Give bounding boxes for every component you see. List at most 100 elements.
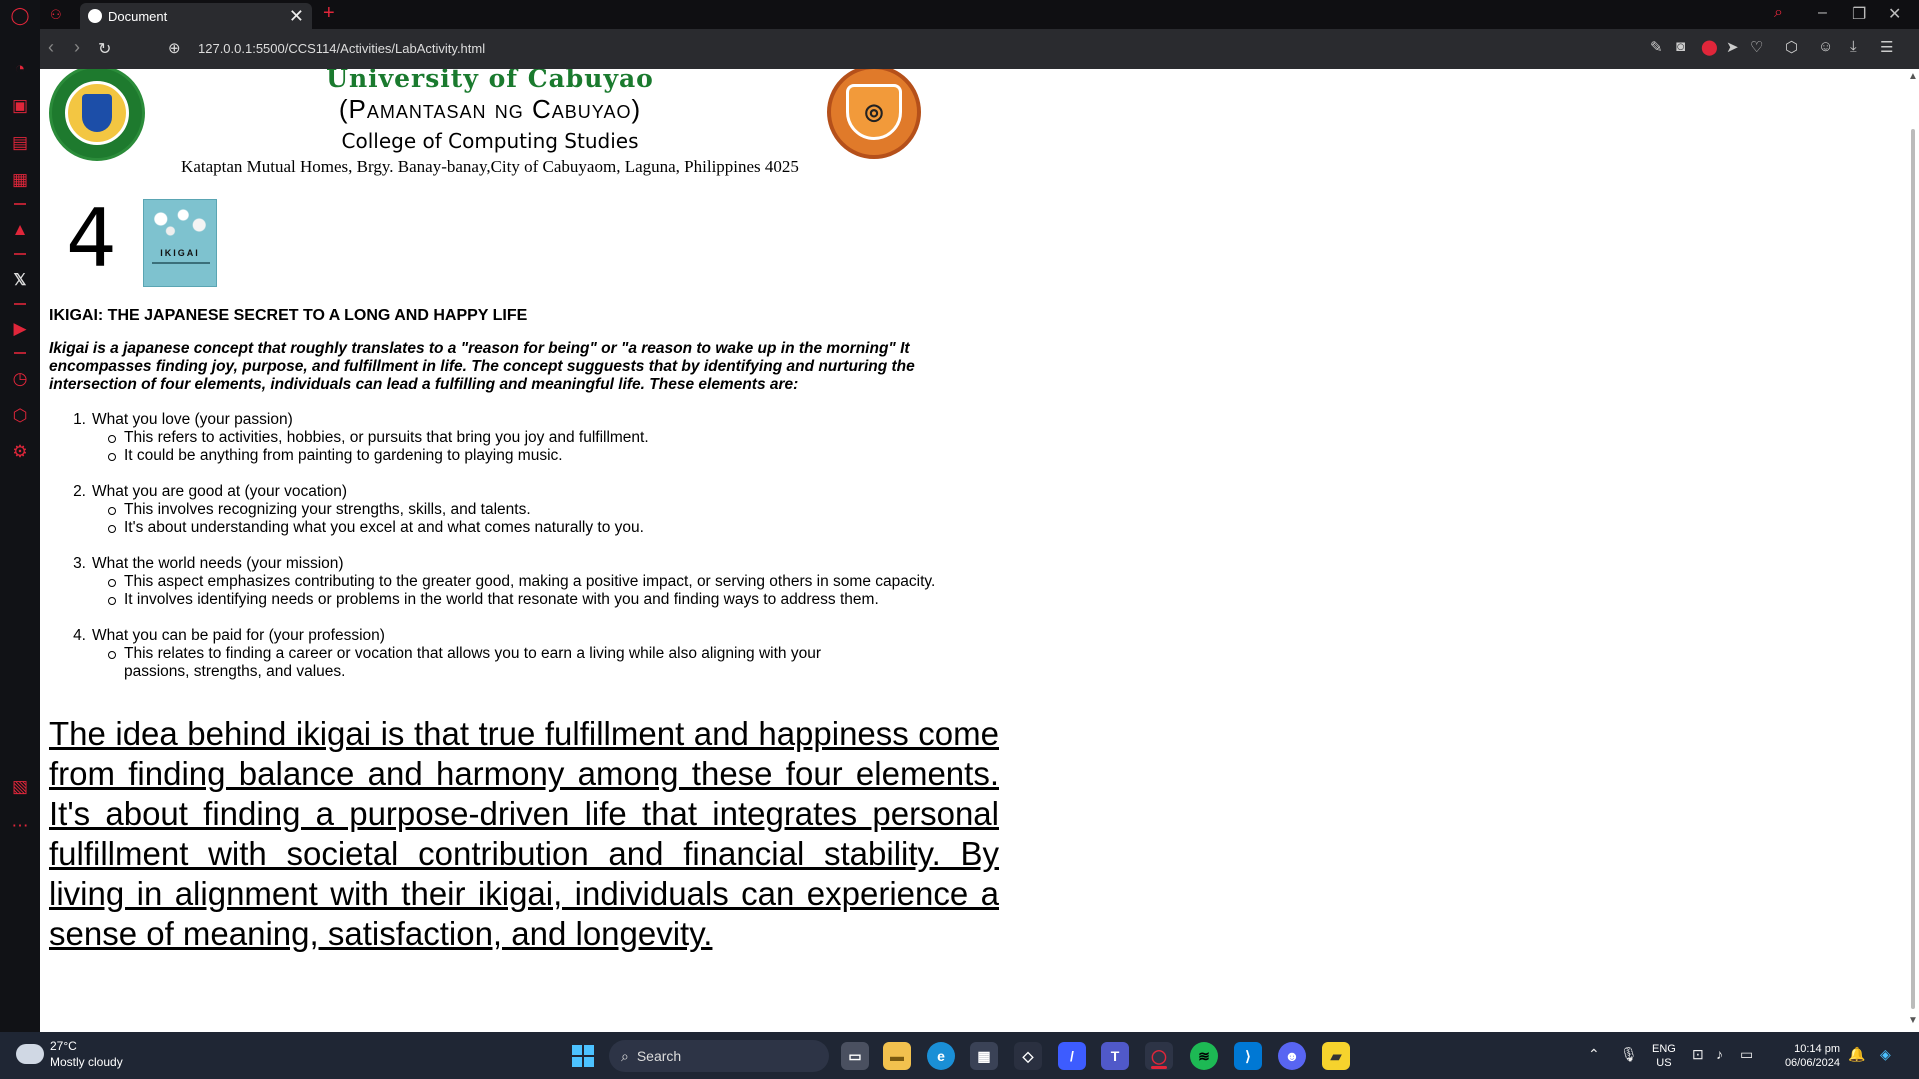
send-icon[interactable]: ➤ (1726, 38, 1739, 56)
battery-icon[interactable]: ▭ (1740, 1046, 1753, 1063)
intro-paragraph: Ikigai is a japanese concept that roughl… (49, 340, 915, 393)
teams-icon[interactable]: T (1101, 1042, 1129, 1070)
list-subpoint: It involves identifying needs or problem… (108, 591, 988, 609)
windows-start-icon[interactable] (572, 1045, 594, 1067)
extensions-box-icon[interactable]: ⬡ (1785, 38, 1798, 56)
section-heading: IKIGAI: THE JAPANESE SECRET TO A LONG AN… (49, 307, 528, 324)
show-hidden-icons-icon[interactable]: ⌃ (1588, 1046, 1600, 1063)
copilot-icon[interactable]: ◈ (1880, 1046, 1891, 1063)
edit-page-icon[interactable]: ✎ (1650, 38, 1663, 56)
taskbar-search[interactable]: ⌕ Search (609, 1040, 829, 1072)
tab-document[interactable]: Document ✕ (80, 3, 312, 29)
minimize-icon[interactable]: – (1818, 4, 1827, 22)
search-icon: ⌕ (621, 1047, 629, 1064)
url-field[interactable]: 127.0.0.1:5500/CCS114/Activities/LabActi… (198, 41, 485, 56)
list-item: 3. What the world needs (your mission) T… (68, 555, 988, 609)
close-window-icon[interactable]: ✕ (1888, 4, 1901, 24)
volume-icon[interactable]: ♪ (1716, 1046, 1723, 1062)
search-tabs-icon[interactable]: ⌕ (1774, 4, 1783, 22)
file-explorer-icon[interactable]: ▬ (883, 1042, 911, 1070)
list-item-title: What you love (your passion) (92, 411, 293, 428)
extensions-icon[interactable]: ⬡ (8, 404, 32, 428)
spotify-icon[interactable]: ≋ (1190, 1042, 1218, 1070)
shopping-bag-icon[interactable]: ▣ (8, 94, 32, 118)
browser-sidebar: ◯ ◔ ▣ ▤ ▦ ▲ 𝕏 ▶ ◷ ⬡ ⚙ ▧ ⋯ (0, 0, 40, 1032)
university-subtitle: (Pamantasan ng Cabuyao) (338, 94, 642, 124)
x-twitter-icon[interactable]: 𝕏 (8, 268, 32, 292)
list-item-title: What the world needs (your mission) (92, 555, 344, 572)
easy-setup-icon[interactable]: ☰ (1880, 38, 1893, 56)
language-code: ENG (1652, 1043, 1676, 1055)
university-address: Kataptan Mutual Homes, Brgy. Banay-banay… (181, 157, 799, 176)
scroll-up-icon[interactable]: ▲ (1908, 71, 1918, 82)
list-item-number: 1. (73, 411, 86, 428)
twitch-icon[interactable]: ▤ (8, 131, 32, 155)
tab-favicon-icon (88, 9, 102, 23)
weather-condition: Mostly cloudy (50, 1055, 123, 1069)
profile-icon[interactable]: ☺ (1818, 38, 1833, 55)
page-scrollbar[interactable]: ▲ ▼ (1907, 69, 1919, 1032)
region-code: US (1656, 1057, 1672, 1069)
microsoft-store-icon[interactable]: ▦ (970, 1042, 998, 1070)
sidebar-separator (14, 253, 26, 255)
vscode-icon[interactable]: ⟩ (1234, 1042, 1262, 1070)
crypto-wallet-icon[interactable]: ▦ (8, 168, 32, 192)
list-item: 2. What you are good at (your vocation) … (68, 483, 988, 537)
taskbar: 27°C Mostly cloudy ⌕ Search ▭ ▬ e ▦ ◇ / … (0, 1032, 1919, 1079)
clock-date: 06/06/2024 (1784, 1057, 1840, 1069)
more-icon[interactable]: ⋯ (8, 814, 32, 838)
reload-icon[interactable]: ↻ (98, 39, 111, 59)
forward-icon[interactable]: › (74, 37, 80, 58)
list-subpoint: This aspect emphasizes contributing to t… (108, 573, 988, 591)
list-subpoint: It's about understanding what you excel … (108, 519, 988, 537)
notification-bell-icon[interactable]: 🔔 (1848, 1046, 1865, 1063)
tab-close-icon[interactable]: ✕ (289, 6, 304, 27)
language-indicator[interactable]: ENG US (1652, 1042, 1676, 1070)
site-info-icon[interactable]: ⊕ (168, 39, 181, 57)
task-view-icon[interactable]: ▭ (841, 1042, 869, 1070)
speed-dial-icon[interactable]: ◔ (8, 57, 32, 81)
list-item-title: What you are good at (your vocation) (92, 483, 348, 500)
player-icon[interactable]: ▶ (8, 317, 32, 341)
ikigai-book-cover-image: IKIGAI (143, 199, 217, 287)
book-cover-title: IKIGAI (160, 248, 200, 258)
aria-icon[interactable]: ▲ (8, 218, 32, 242)
list-subpoint: This relates to finding a career or voca… (108, 645, 822, 681)
history-icon[interactable]: ◷ (8, 367, 32, 391)
discord-icon[interactable]: ☻ (1278, 1042, 1306, 1070)
search-label: Search (636, 1048, 682, 1064)
page-header: University of Cabuyao (Pamantasan ng Cab… (40, 69, 940, 184)
screen: ◯ ◔ ▣ ▤ ▦ ▲ 𝕏 ▶ ◷ ⬡ ⚙ ▧ ⋯ ⚇ Document ✕ +… (0, 0, 1919, 1079)
cloud-icon (16, 1044, 44, 1064)
pinboard-icon[interactable]: ▧ (8, 775, 32, 799)
list-subpoint: This involves recognizing your strengths… (108, 501, 988, 519)
list-item: 4. What you can be paid for (your profes… (68, 627, 988, 681)
network-icon[interactable]: ⊡ (1692, 1046, 1704, 1063)
clock-time: 10:14 pm (1794, 1043, 1840, 1055)
visual-studio-icon[interactable]: / (1058, 1042, 1086, 1070)
bookmark-heart-icon[interactable]: ♡ (1750, 38, 1763, 56)
restore-icon[interactable]: ❐ (1852, 4, 1866, 24)
opera-taskbar-icon[interactable]: ◯ (1145, 1042, 1173, 1070)
opera-logo-icon[interactable]: ◯ (8, 4, 32, 28)
closing-paragraph: The idea behind ikigai is that true fulf… (49, 715, 999, 952)
settings-icon[interactable]: ⚙ (8, 440, 32, 464)
tab-islands-icon[interactable]: ⚇ (50, 7, 62, 23)
sticky-notes-icon[interactable]: ▰ (1322, 1042, 1350, 1070)
back-icon[interactable]: ‹ (48, 37, 54, 58)
new-tab-button[interactable]: + (323, 2, 335, 25)
microphone-icon[interactable]: 🎙 (1620, 1046, 1638, 1063)
unity-icon[interactable]: ◇ (1014, 1042, 1042, 1070)
scroll-down-icon[interactable]: ▼ (1908, 1015, 1918, 1026)
list-item-number: 2. (73, 483, 86, 500)
web-page: University of Cabuyao (Pamantasan ng Cab… (40, 69, 1919, 1032)
snapshot-icon[interactable]: ◙ (1676, 38, 1685, 55)
edge-icon[interactable]: e (927, 1042, 955, 1070)
scrollbar-thumb[interactable] (1911, 129, 1915, 1009)
elements-list: 1. What you love (your passion) This ref… (68, 411, 988, 699)
clock[interactable]: 10:14 pm 06/06/2024 (1760, 1042, 1840, 1070)
download-icon[interactable]: ⤓ (1850, 38, 1857, 55)
list-item: 1. What you love (your passion) This ref… (68, 411, 988, 465)
adblock-icon[interactable]: ⬤ (1701, 38, 1718, 56)
tab-strip: ⚇ Document ✕ + ⌕ – ❐ ✕ (40, 0, 1919, 29)
